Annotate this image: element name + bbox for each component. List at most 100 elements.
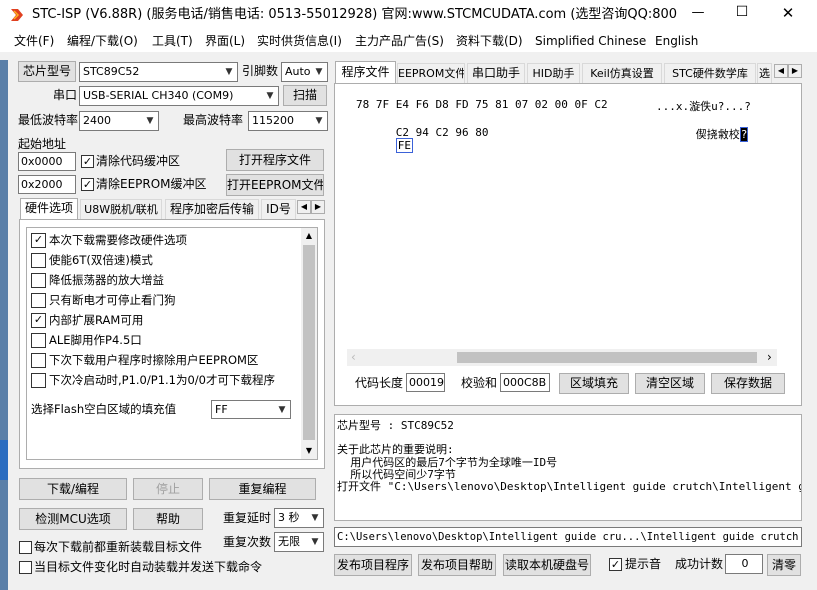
reprogram-button[interactable]: 重复编程: [209, 478, 316, 500]
menu-english[interactable]: English: [655, 30, 698, 52]
tab-eeprom-file[interactable]: EEPROM文件: [397, 63, 465, 83]
auto-load-label: 当目标文件变化时自动装载并发送下载命令: [34, 560, 263, 574]
clear-eeprom-label: 清除EEPROM缓冲区: [96, 177, 207, 191]
repeat-delay-value: 3 秒: [278, 511, 300, 524]
checksum-label: 校验和: [461, 376, 498, 390]
file-path-field[interactable]: C:\Users\lenovo\Desktop\Intelligent guid…: [334, 527, 802, 547]
sound-checkbox[interactable]: ✓: [609, 558, 622, 571]
menu-program[interactable]: 编程/下载(O): [67, 30, 138, 52]
max-baud-select[interactable]: 115200 ▼: [248, 111, 328, 131]
chevron-down-icon: ▼: [315, 116, 323, 126]
read-disk-id-button[interactable]: 读取本机硬盘号: [503, 554, 591, 576]
chevron-down-icon: ▼: [146, 116, 154, 126]
tab-scroll-right-icon[interactable]: ▶: [788, 64, 802, 78]
option-checkbox[interactable]: [31, 333, 46, 348]
scroll-thumb[interactable]: [303, 245, 315, 440]
address-input-1[interactable]: 0x0000: [18, 152, 76, 171]
publish-project-button[interactable]: 发布项目程序: [334, 554, 412, 576]
tab-encrypt[interactable]: 程序加密后传输: [165, 199, 259, 219]
serial-port-label: 串口: [53, 88, 78, 102]
chevron-down-icon: ▼: [278, 405, 286, 415]
help-button[interactable]: 帮助: [133, 508, 203, 530]
min-baud-select[interactable]: 2400 ▼: [79, 111, 159, 131]
address-input-2[interactable]: 0x2000: [18, 175, 76, 194]
menu-products[interactable]: 主力产品广告(S): [355, 30, 444, 52]
area-fill-button[interactable]: 区域填充: [559, 373, 629, 394]
menu-interface[interactable]: 界面(L): [205, 30, 245, 52]
open-eeprom-file-button[interactable]: 打开EEPROM文件: [226, 174, 324, 196]
fill-value-label: 选择Flash空白区域的填充值: [31, 402, 177, 416]
option-checkbox[interactable]: ✓: [31, 233, 46, 248]
option-label: 降低振荡器的放大增益: [49, 273, 164, 287]
scroll-down-icon[interactable]: ▼: [301, 443, 317, 459]
scroll-left-icon[interactable]: ‹: [351, 349, 356, 366]
menu-file[interactable]: 文件(F): [14, 30, 54, 52]
clear-code-checkbox[interactable]: ✓: [81, 155, 94, 168]
clear-eeprom-checkbox[interactable]: ✓: [81, 178, 94, 191]
scroll-up-icon[interactable]: ▲: [301, 228, 317, 244]
pin-count-select[interactable]: Auto ▼: [281, 62, 328, 82]
serial-port-select[interactable]: USB-SERIAL CH340 (COM9) ▼: [79, 86, 279, 106]
tab-scroll-left-icon[interactable]: ◀: [297, 200, 311, 214]
info-open-file-line: 打开文件 "C:\Users\lenovo\Desktop\Intelligen…: [337, 480, 802, 493]
check-mcu-button[interactable]: 检测MCU选项: [19, 508, 127, 530]
scan-button[interactable]: 扫描: [283, 85, 327, 106]
repeat-delay-select[interactable]: 3 秒 ▼: [274, 508, 324, 528]
menu-supply-info[interactable]: 实时供货信息(I): [257, 30, 342, 52]
option-checkbox[interactable]: [31, 273, 46, 288]
clear-area-button[interactable]: 清空区域: [635, 373, 705, 394]
download-program-button[interactable]: 下载/编程: [19, 478, 127, 500]
option-checkbox[interactable]: [31, 253, 46, 268]
menu-download[interactable]: 资料下载(D): [456, 30, 523, 52]
tab-stc-math-lib[interactable]: STC硬件数学库: [664, 63, 756, 83]
tab-keil-settings[interactable]: Keil仿真设置: [582, 63, 662, 83]
min-baud-label: 最低波特率: [18, 113, 79, 127]
option-label: 内部扩展RAM可用: [49, 313, 144, 327]
options-list: ✓ 本次下载需要修改硬件选项 使能6T(双倍速)模式 降低振荡器的放大增益 只有断…: [26, 227, 318, 460]
repeat-delay-label: 重复延时: [223, 511, 272, 525]
tab-scroll-left-icon[interactable]: ◀: [774, 64, 788, 78]
chip-model-button[interactable]: 芯片型号: [18, 61, 76, 82]
tab-serial-assistant[interactable]: 串口助手: [467, 63, 525, 83]
fill-value: FF: [215, 403, 228, 416]
menu-tools[interactable]: 工具(T): [152, 30, 193, 52]
tab-program-file[interactable]: 程序文件: [335, 61, 396, 83]
reload-checkbox[interactable]: [19, 541, 32, 554]
maximize-button[interactable]: ☐: [727, 4, 757, 20]
options-scrollbar[interactable]: ▲ ▼: [301, 228, 317, 459]
tab-more[interactable]: 选: [757, 63, 772, 83]
menu-simplified-chinese[interactable]: Simplified Chinese: [535, 30, 646, 52]
scroll-thumb[interactable]: [457, 352, 757, 363]
save-data-button[interactable]: 保存数据: [711, 373, 785, 394]
stop-button[interactable]: 停止: [133, 478, 203, 500]
minimize-button[interactable]: —: [683, 5, 713, 20]
scroll-right-icon[interactable]: ›: [767, 349, 772, 366]
fill-value-select[interactable]: FF ▼: [211, 400, 291, 419]
hex-selected-byte: FE: [395, 138, 413, 153]
publish-help-button[interactable]: 发布项目帮助: [418, 554, 496, 576]
auto-load-checkbox[interactable]: [19, 561, 32, 574]
option-checkbox[interactable]: ✓: [31, 313, 46, 328]
hex-line-1: 78 7F E4 F6 D8 FD 75 81 07 02 00 0F C2: [356, 98, 608, 111]
hex-editor[interactable]: 78 7F E4 F6 D8 FD 75 81 07 02 00 0F C2 C…: [347, 92, 777, 357]
hex-horizontal-scrollbar[interactable]: ‹ ›: [347, 349, 777, 366]
menu-bar: 文件(F) 编程/下载(O) 工具(T) 界面(L) 实时供货信息(I) 主力产…: [0, 30, 817, 52]
min-baud-value: 2400: [83, 114, 111, 127]
open-program-file-button[interactable]: 打开程序文件: [226, 149, 324, 171]
tab-scroll-right-icon[interactable]: ▶: [311, 200, 325, 214]
option-label: 只有断电才可停止看门狗: [49, 293, 176, 307]
option-checkbox[interactable]: [31, 353, 46, 368]
info-log[interactable]: 芯片型号 : STC89C52 关于此芯片的重要说明: 用户代码区的最后7个字节…: [334, 414, 802, 521]
option-checkbox[interactable]: [31, 373, 46, 388]
repeat-count-select[interactable]: 无限 ▼: [274, 532, 324, 552]
close-button[interactable]: ✕: [773, 4, 803, 22]
ascii-line-2: 偰挠敹校?: [656, 113, 749, 155]
tab-hardware-options[interactable]: 硬件选项: [20, 198, 78, 219]
option-checkbox[interactable]: [31, 293, 46, 308]
tab-hid-assistant[interactable]: HID助手: [527, 63, 580, 83]
tab-u8w[interactable]: U8W脱机/联机: [80, 199, 162, 219]
clear-count-button[interactable]: 清零: [767, 554, 801, 576]
chip-model-select[interactable]: STC89C52 ▼: [79, 62, 238, 82]
option-label: 使能6T(双倍速)模式: [49, 253, 153, 267]
tab-id[interactable]: ID号: [261, 199, 296, 219]
